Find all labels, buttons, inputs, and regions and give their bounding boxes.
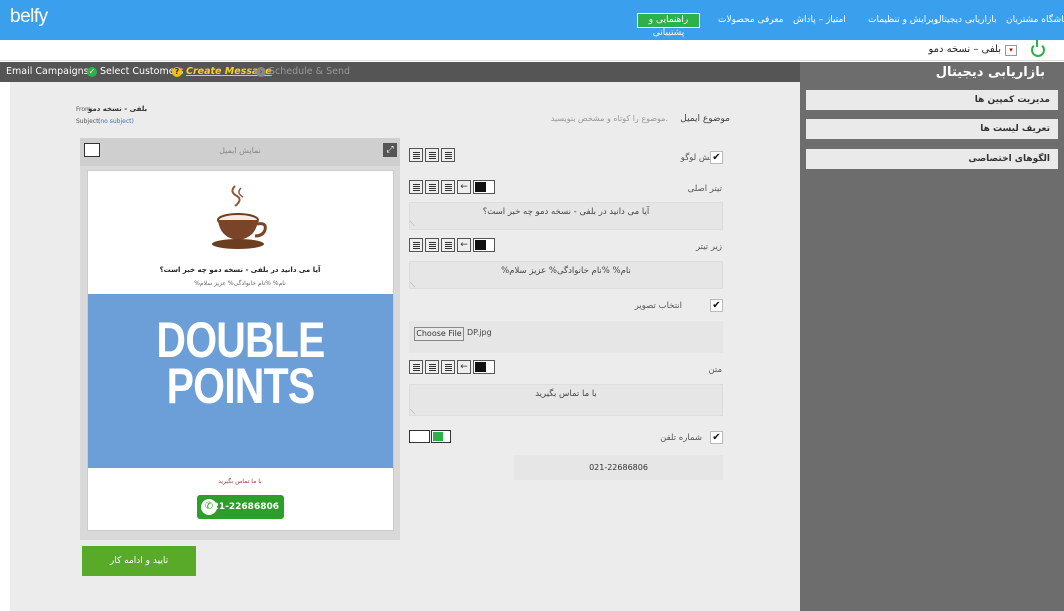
button-color-picker[interactable] [431,430,451,443]
show-logo-checkbox[interactable]: ✔ [710,151,723,164]
text-color-picker[interactable] [473,180,495,194]
nav-points-rewards[interactable]: امتیاز – پاداش [793,13,846,27]
choose-file-button[interactable]: Choose File [414,327,464,341]
email-subject-input[interactable]: موضوع را کوتاه و مشخص بنویسید. [460,109,672,129]
step-email-campaigns[interactable]: Email Campaigns [6,66,89,77]
resize-grip-icon[interactable]: ⟍ [410,281,415,290]
pending-icon: › [256,67,266,77]
resize-grip-icon[interactable]: ⟍ [410,220,415,229]
belfy-logo[interactable]: belfy [10,6,48,28]
align-left-icon[interactable] [409,148,423,162]
subtitle-input[interactable]: %نام% %نام خانوادگی% عزیز سلام [409,261,723,289]
align-left-icon[interactable] [409,238,423,252]
align-center-icon[interactable] [425,360,439,374]
align-left-icon[interactable] [409,360,423,374]
banner-text-line-1: DOUBLE [156,312,325,368]
text-color-picker[interactable] [473,238,495,252]
sidebar-item-templates[interactable]: الگوهای اختصاصی [806,149,1058,169]
direction-icon[interactable]: ← [457,180,471,194]
confirm-continue-button[interactable]: تایید و ادامه کار [82,546,196,576]
step-select-customers[interactable]: Select Customers [100,66,183,77]
image-select-label: انتخاب تصویر [634,301,682,311]
step-schedule-send: Schedule & Send [269,66,351,77]
align-center-icon[interactable] [425,148,439,162]
subject-label-small: Subject: [76,118,101,125]
body-text-input[interactable]: با ما تماس بگیرید [409,384,723,416]
preview-body-text: با ما تماس بگیرید [218,478,262,485]
title-toolbar: ← [409,180,495,194]
account-name: بلفی – نسخه دمو [928,44,1001,55]
body-text-label: متن [708,365,722,375]
main-title-label: تیتر اصلی [687,184,722,194]
question-icon: ? [172,67,182,77]
phone-checkbox[interactable]: ✔ [710,431,723,444]
align-right-icon[interactable] [441,180,455,194]
preview-headline: آیا می دانید در بلفی - نسخه دمو چه خبر ا… [159,266,321,274]
phone-input[interactable]: 021-22686806 [514,455,723,480]
sidebar-item-campaigns[interactable]: مدیریت کمپین ها [806,90,1058,110]
subtitle-label: زیر تیتر [695,242,722,252]
sidebar [800,62,1064,611]
check-icon: ✓ [87,67,97,77]
file-name: DP.jpg [467,328,492,337]
preview-device-dropdown[interactable] [84,143,100,157]
subject-value-small: (no subject) [98,118,134,125]
preview-title: نمایش ایمیل [219,146,261,155]
direction-icon[interactable]: ← [457,238,471,252]
preview-greeting: %نام% %نام خانوادگی% عزیز سلام [194,280,286,287]
body-text-toolbar: ← [409,360,495,374]
resize-grip-icon[interactable]: ⟍ [410,408,415,417]
subtitle-toolbar: ← [409,238,495,252]
sidebar-item-lists[interactable]: تعریف لیست ها [806,119,1058,139]
phone-label: شماره تلفن [660,433,702,443]
background-color-picker[interactable] [409,430,430,443]
sidebar-title: بازاریابی دیجیتال [935,65,1045,80]
align-center-icon[interactable] [425,238,439,252]
wizard-steps-bar: Email Campaigns ✓ Select Customers ? Cre… [0,62,800,82]
nav-digital-marketing[interactable]: بازاریابی دیجیتال [935,13,997,27]
align-center-icon[interactable] [425,180,439,194]
expand-icon[interactable]: ⤢ [383,143,397,157]
text-color-picker[interactable] [473,360,495,374]
align-right-icon[interactable] [441,360,455,374]
nav-edit-settings[interactable]: ویرایش و تنظیمات [868,13,938,27]
help-support-button[interactable]: راهنمایی و پشتیبانی [637,13,700,38]
phone-icon: ✆ [201,499,217,515]
align-left-icon[interactable] [409,180,423,194]
direction-icon[interactable]: ← [457,360,471,374]
account-dropdown-icon[interactable]: ▾ [1005,45,1017,56]
nav-customer-club[interactable]: باشگاه مشتریان [1006,13,1064,27]
align-right-icon[interactable] [441,238,455,252]
banner-text-line-2: POINTS [166,358,316,414]
image-select-checkbox[interactable]: ✔ [710,299,723,312]
align-right-icon[interactable] [441,148,455,162]
nav-products[interactable]: معرفی محصولات [718,13,783,27]
email-subject-label: موضوع ایمیل [680,114,730,124]
coffee-cup-image [212,185,267,249]
logo-align-toolbar [409,148,455,162]
main-title-input[interactable]: آیا می دانید در بلفی - نسخه دمو چه خبر ا… [409,202,723,230]
power-icon[interactable] [1031,40,1045,57]
from-value: بلفی - نسخه دمو [88,105,148,113]
